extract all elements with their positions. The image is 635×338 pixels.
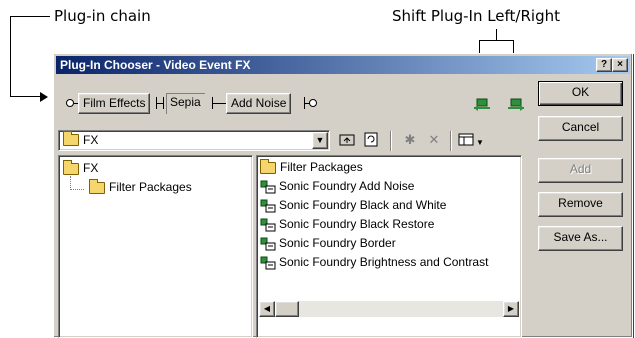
chain-connector — [212, 103, 226, 104]
tree-item-fx[interactable]: FX — [63, 159, 99, 177]
list-item[interactable]: Sonic Foundry Black and White — [260, 197, 446, 214]
list-item-label: Sonic Foundry Add Noise — [279, 179, 415, 193]
plugin-chain-callout: Plug-in chain — [54, 7, 151, 25]
callout-line — [10, 16, 11, 96]
plugin-icon — [260, 218, 276, 232]
help-button[interactable]: ? — [596, 58, 612, 72]
folder-icon — [260, 158, 276, 174]
list-item-label: Filter Packages — [280, 160, 363, 174]
ok-button[interactable]: OK — [538, 81, 623, 106]
callout-line — [496, 29, 497, 41]
path-combo[interactable]: FX ▼ — [58, 130, 330, 151]
up-folder-icon[interactable] — [337, 131, 357, 151]
chain-item-film-effects[interactable]: Film Effects — [78, 93, 151, 114]
chain-item-sepia[interactable]: Sepia — [166, 93, 205, 114]
remove-button[interactable]: Remove — [538, 192, 623, 217]
list-item-label: Sonic Foundry Black and White — [279, 198, 447, 212]
folder-icon — [89, 178, 105, 194]
shift-left-icon — [474, 98, 490, 111]
path-value: FX — [83, 133, 99, 147]
list-item[interactable]: Sonic Foundry Add Noise — [260, 178, 414, 195]
folder-icon — [63, 159, 79, 175]
list-item-label: Sonic Foundry Black Restore — [279, 217, 435, 231]
tree-item-label: FX — [83, 161, 99, 175]
chain-item-add-noise[interactable]: Add Noise — [226, 93, 292, 114]
close-button[interactable]: × — [612, 58, 628, 72]
new-preset-icon[interactable]: ✱ — [400, 131, 420, 151]
title-bar: Plug-In Chooser - Video Event FX — [56, 56, 630, 74]
tree-item-label: Filter Packages — [109, 180, 192, 194]
callout-line — [10, 16, 50, 17]
tree-connector — [70, 176, 71, 190]
toolbar-separator — [390, 131, 392, 151]
dialog-title: Plug-In Chooser - Video Event FX — [60, 58, 251, 72]
tree-item-filter-packages[interactable]: Filter Packages — [89, 178, 192, 196]
callout-line — [10, 96, 42, 97]
view-dropdown-icon[interactable]: ▼ — [476, 138, 484, 147]
chain-end-node — [309, 99, 317, 107]
list-item[interactable]: Filter Packages — [260, 158, 363, 176]
plugin-list-panel[interactable]: Filter Packages Sonic Foundry Add Noise … — [256, 155, 522, 338]
view-menu-icon[interactable] — [456, 131, 476, 151]
shift-left-button[interactable] — [472, 94, 492, 112]
refresh-icon[interactable] — [361, 131, 381, 151]
plugin-icon — [260, 237, 276, 251]
callout-arrowhead — [40, 92, 48, 102]
list-item[interactable]: Sonic Foundry Brightness and Contrast — [260, 254, 488, 271]
list-item-label: Sonic Foundry Border — [279, 236, 396, 250]
add-button[interactable]: Add — [538, 158, 623, 183]
chain-connector — [163, 97, 164, 109]
plugin-icon — [260, 199, 276, 213]
plugin-icon — [260, 256, 276, 270]
cancel-button[interactable]: Cancel — [538, 116, 623, 141]
horizontal-scrollbar[interactable]: ◀ ▶ — [259, 301, 519, 317]
folder-icon — [63, 131, 79, 146]
chain-start-node — [66, 99, 74, 107]
scroll-left-button[interactable]: ◀ — [259, 301, 275, 317]
list-item[interactable]: Sonic Foundry Border — [260, 235, 396, 252]
plugin-chooser-dialog: Plug-In Chooser - Video Event FX ? × Fil… — [53, 53, 633, 338]
shift-right-button[interactable] — [506, 94, 526, 112]
list-item[interactable]: Sonic Foundry Black Restore — [260, 216, 434, 233]
shift-right-icon — [508, 98, 524, 111]
folder-tree-panel[interactable]: FX Filter Packages — [58, 155, 253, 338]
save-as-button[interactable]: Save As... — [538, 226, 623, 251]
scroll-right-button[interactable]: ▶ — [503, 301, 519, 317]
shift-plugin-callout: Shift Plug-In Left/Right — [392, 7, 560, 25]
plugin-icon — [260, 180, 276, 194]
combo-dropdown-button[interactable]: ▼ — [312, 132, 328, 149]
toolbar-separator — [450, 131, 452, 151]
tree-connector — [70, 189, 84, 190]
delete-icon[interactable]: ✕ — [424, 131, 444, 151]
list-item-label: Sonic Foundry Brightness and Contrast — [279, 255, 489, 269]
scroll-thumb[interactable] — [275, 301, 299, 317]
